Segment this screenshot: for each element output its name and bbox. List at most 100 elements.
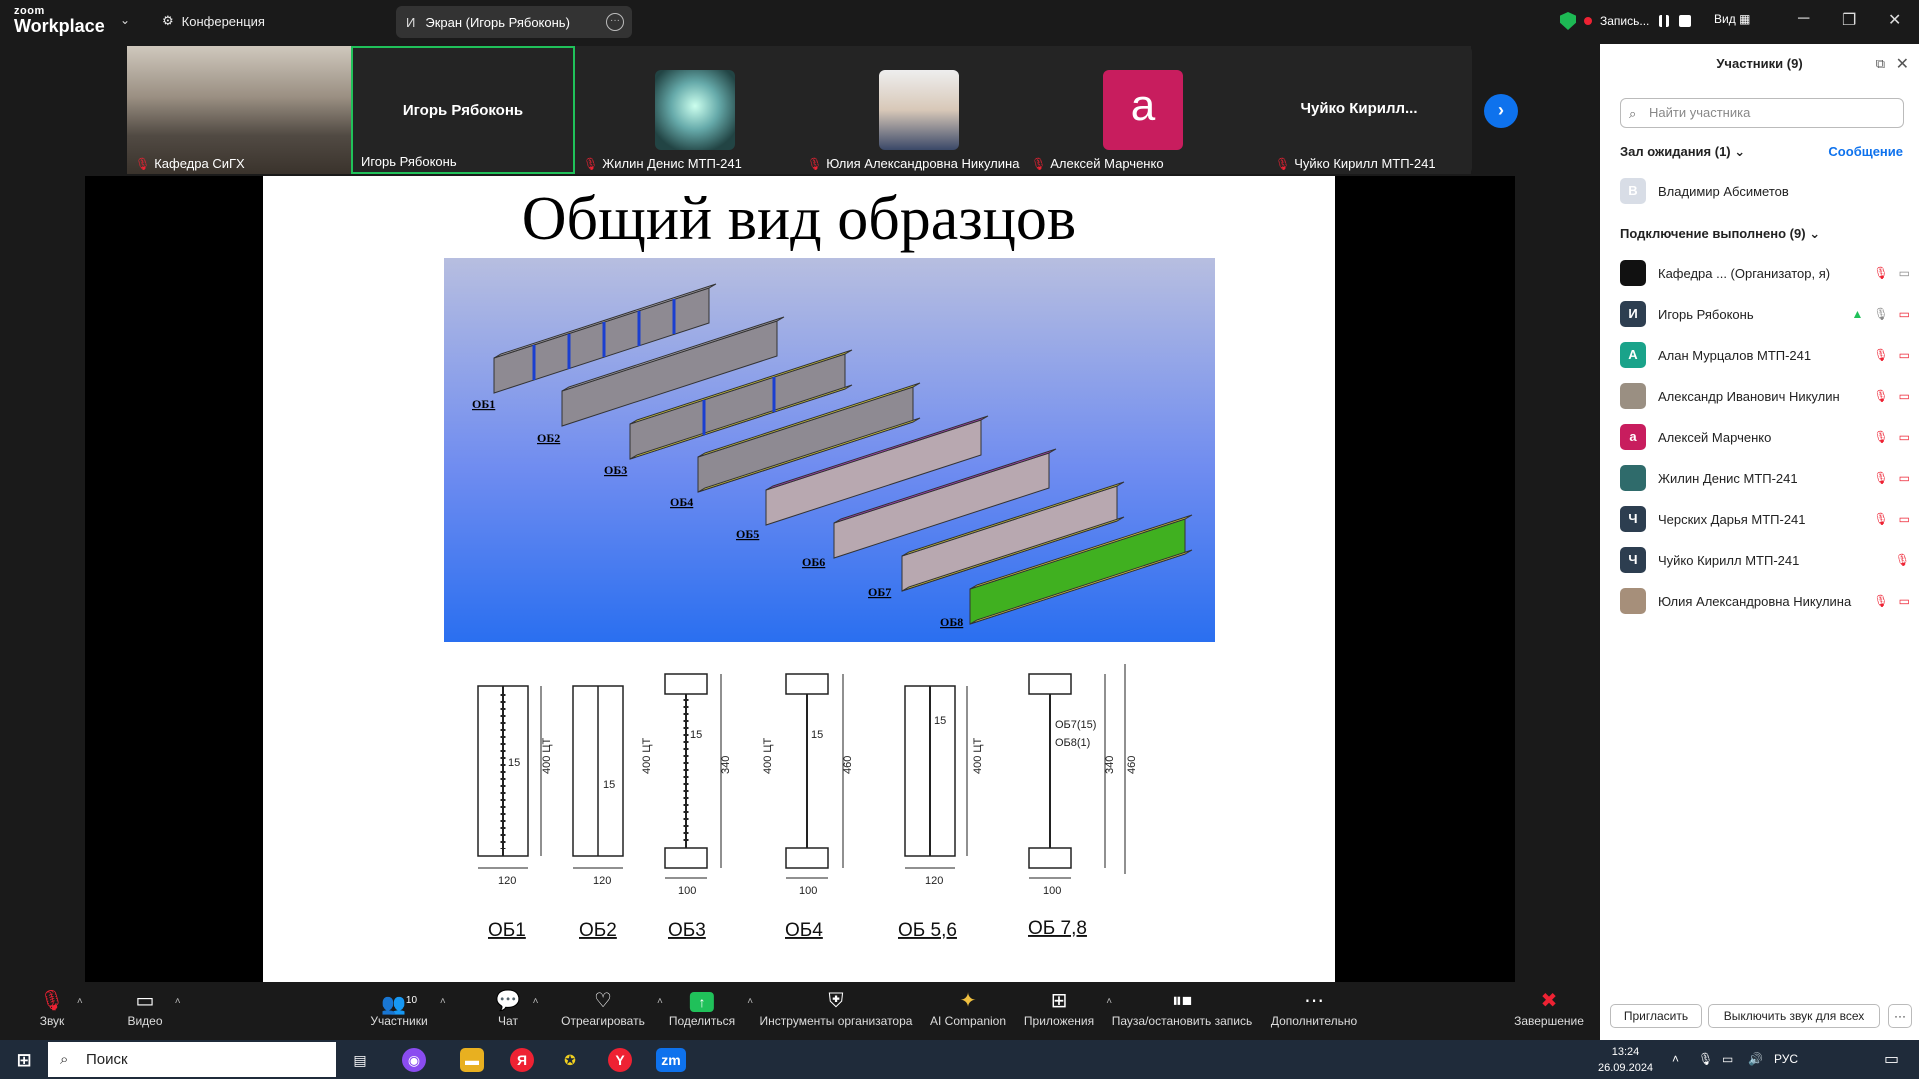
video-tile[interactable]: a 🎙 Алексей Марченко bbox=[1023, 46, 1247, 174]
dim-label: 15 bbox=[690, 729, 702, 741]
mic-muted-icon[interactable]: 🎙 bbox=[1873, 266, 1888, 280]
connected-header[interactable]: Подключение выполнено (9) ⌄ bbox=[1620, 226, 1820, 242]
minimize-icon[interactable]: ─ bbox=[1798, 10, 1809, 28]
popout-icon[interactable]: ⧉ bbox=[1876, 56, 1885, 72]
render-label: ОБ6 bbox=[802, 555, 825, 569]
alice-icon[interactable]: ◉ bbox=[402, 1048, 426, 1072]
chevron-up-icon[interactable]: ˄ bbox=[175, 996, 181, 1007]
cross-section-drawings: 120 120 100 100 120 100 15 15 15 15 15 О… bbox=[443, 654, 1223, 944]
render-label: ОБ2 bbox=[537, 431, 560, 445]
volume-icon[interactable]: 🔊 bbox=[1748, 1052, 1763, 1066]
mic-icon[interactable]: 🎙 bbox=[1698, 1052, 1713, 1066]
more-button[interactable]: ⋯ Дополнительно bbox=[1271, 988, 1357, 1028]
apps-button[interactable]: ⊞ Приложения ˄ bbox=[1024, 988, 1112, 1028]
search-input[interactable]: ⌕ Найти участника bbox=[1620, 98, 1904, 128]
close-icon[interactable]: ✕ bbox=[1896, 54, 1909, 74]
record-button[interactable]: ⏸⏹ Пауза/остановить запись bbox=[1112, 988, 1252, 1028]
clock[interactable]: 13:24 26.09.2024 bbox=[1598, 1044, 1653, 1076]
notifications-icon[interactable]: ▭ bbox=[1884, 1049, 1899, 1069]
mic-muted-icon[interactable]: 🎙 bbox=[1873, 389, 1888, 403]
windows-start-icon[interactable]: ⊞ bbox=[12, 1048, 36, 1072]
chevron-up-icon[interactable]: ˄ bbox=[440, 996, 446, 1007]
dim-label: 15 bbox=[811, 729, 823, 741]
network-icon[interactable]: ▭ bbox=[1722, 1052, 1733, 1066]
mic-muted-icon[interactable]: 🎙 bbox=[1873, 471, 1888, 485]
video-off-icon[interactable]: ▭ bbox=[1899, 594, 1910, 608]
chevron-up-icon[interactable]: ˄ bbox=[747, 996, 753, 1007]
avatar bbox=[879, 70, 959, 150]
recording-indicator: Запись... bbox=[1560, 12, 1692, 30]
yandex-browser-icon[interactable]: Y bbox=[608, 1048, 632, 1072]
invite-button[interactable]: Пригласить bbox=[1610, 1004, 1702, 1028]
ai-companion-button[interactable]: ✦ AI Companion bbox=[930, 988, 1006, 1028]
participant-row[interactable]: И Игорь Рябоконь ▲ 🎙 ▭ bbox=[1620, 299, 1910, 329]
chevron-up-icon[interactable]: ˄ bbox=[77, 996, 83, 1007]
app-icon[interactable]: ✪ bbox=[558, 1048, 582, 1072]
waiting-user-row[interactable]: В Владимир Абсиметов bbox=[1620, 176, 1910, 206]
more-options-button[interactable]: ··· bbox=[1888, 1004, 1912, 1028]
chevron-up-icon[interactable]: ˄ bbox=[657, 996, 663, 1007]
mic-muted-icon[interactable]: 🎙 bbox=[1873, 430, 1888, 444]
video-tile[interactable]: 🎙 Юлия Александровна Никулина bbox=[799, 46, 1023, 174]
participant-row[interactable]: Жилин Денис МТП-241 🎙 ▭ bbox=[1620, 463, 1910, 493]
taskbar-search[interactable]: ⌕ Поиск bbox=[48, 1042, 336, 1077]
chat-button[interactable]: 💬 Чат ˄ bbox=[496, 988, 539, 1028]
task-view-icon[interactable]: ▤ bbox=[348, 1048, 372, 1072]
participant-row[interactable]: Ч Черских Дарья МТП-241 🎙 ▭ bbox=[1620, 504, 1910, 534]
avatar-letter: a bbox=[1103, 70, 1183, 150]
video-off-icon[interactable]: ▭ bbox=[1899, 348, 1910, 362]
mic-muted-icon[interactable]: 🎙 bbox=[1873, 348, 1888, 362]
participant-row[interactable]: Ч Чуйко Кирилл МТП-241 🎙 bbox=[1620, 545, 1910, 575]
video-tile[interactable]: 🎙 Кафедра СиГХ bbox=[127, 46, 351, 174]
end-meeting-button[interactable]: ✖ Завершение bbox=[1514, 988, 1584, 1028]
yandex-icon[interactable]: Я bbox=[510, 1048, 534, 1072]
screen-share-tab[interactable]: И Экран (Игорь Рябоконь) ··· bbox=[396, 6, 632, 38]
language-indicator[interactable]: РУС bbox=[1774, 1052, 1798, 1066]
pause-recording-icon[interactable] bbox=[1659, 15, 1670, 27]
host-tools-button[interactable]: ⛨ Инструменты организатора bbox=[760, 988, 913, 1028]
video-off-icon[interactable]: ▭ bbox=[1899, 389, 1910, 403]
video-off-icon[interactable]: ▭ bbox=[1899, 471, 1910, 485]
message-link[interactable]: Сообщение bbox=[1828, 144, 1903, 159]
chevron-down-icon[interactable]: ⌄ bbox=[120, 13, 130, 27]
participant-row[interactable]: а Алексей Марченко 🎙 ▭ bbox=[1620, 422, 1910, 452]
more-icon[interactable]: ··· bbox=[606, 13, 624, 31]
restore-icon[interactable]: ❐ bbox=[1842, 10, 1856, 30]
mic-muted-icon[interactable]: 🎙 bbox=[1895, 553, 1910, 567]
chevron-up-icon[interactable]: ˄ bbox=[533, 996, 539, 1007]
view-button[interactable]: Вид ▦ bbox=[1714, 12, 1750, 26]
close-icon[interactable]: ✕ bbox=[1888, 10, 1901, 30]
connected-label: Подключение выполнено (9) bbox=[1620, 226, 1806, 241]
share-button[interactable]: ↑ Поделиться ˄ bbox=[669, 988, 753, 1028]
next-page-button[interactable]: › bbox=[1484, 94, 1518, 128]
participant-row[interactable]: Кафедра ... (Организатор, я) 🎙 ▭ bbox=[1620, 258, 1910, 288]
participant-row[interactable]: Юлия Александровна Никулина 🎙 ▭ bbox=[1620, 586, 1910, 616]
video-tile[interactable]: 🎙 Жилин Денис МТП-241 bbox=[575, 46, 799, 174]
video-button[interactable]: ▭ Видео ˄ bbox=[127, 988, 180, 1028]
mic-icon[interactable]: 🎙 bbox=[1873, 307, 1888, 321]
meeting-info-button[interactable]: ⚙ Конференция bbox=[162, 13, 265, 29]
mic-muted-icon: 🎙 bbox=[39, 990, 65, 1012]
react-button[interactable]: ♡ Отреагировать ˄ bbox=[561, 988, 663, 1028]
video-off-icon[interactable]: ▭ bbox=[1899, 512, 1910, 526]
folder-icon[interactable]: ▬ bbox=[460, 1048, 484, 1072]
participant-name: Игорь Рябоконь bbox=[1658, 306, 1754, 322]
mic-muted-icon[interactable]: 🎙 bbox=[1873, 512, 1888, 526]
video-off-icon[interactable]: ▭ bbox=[1899, 307, 1910, 321]
participants-button[interactable]: 👥10 Участники ˄ bbox=[370, 988, 445, 1028]
participant-row[interactable]: Александр Иванович Никулин 🎙 ▭ bbox=[1620, 381, 1910, 411]
tray-up-icon[interactable]: ˄ bbox=[1672, 1052, 1679, 1066]
zoom-taskbar-icon[interactable]: zm bbox=[656, 1048, 686, 1072]
zoom-logo[interactable]: zoom Workplace bbox=[14, 6, 105, 36]
dim-label: 120 bbox=[498, 875, 516, 887]
waiting-room-header[interactable]: Зал ожидания (1) ⌄ bbox=[1620, 144, 1745, 160]
video-icon[interactable]: ▭ bbox=[1899, 266, 1910, 280]
mic-muted-icon[interactable]: 🎙 bbox=[1873, 594, 1888, 608]
video-off-icon[interactable]: ▭ bbox=[1899, 430, 1910, 444]
stop-recording-icon[interactable] bbox=[1679, 15, 1692, 27]
audio-button[interactable]: 🎙 Звук ˄ bbox=[39, 988, 82, 1028]
participant-row[interactable]: А Алан Мурцалов МТП-241 🎙 ▭ bbox=[1620, 340, 1910, 370]
mute-all-button[interactable]: Выключить звук для всех bbox=[1708, 1004, 1880, 1028]
video-tile-active-speaker[interactable]: Игорь Рябоконь Игорь Рябоконь bbox=[351, 46, 575, 174]
video-tile[interactable]: Чуйко Кирилл... 🎙 Чуйко Кирилл МТП-241 bbox=[1247, 46, 1471, 174]
